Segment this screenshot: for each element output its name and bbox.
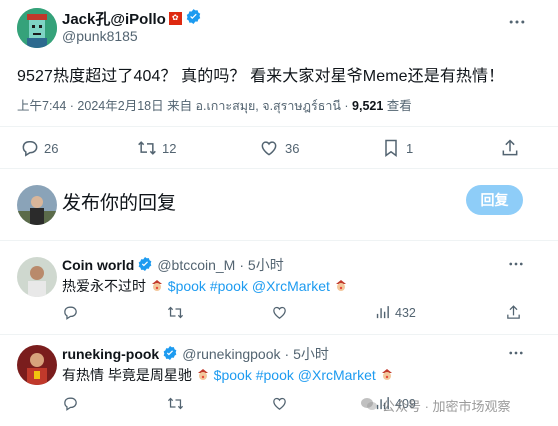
my-avatar[interactable] xyxy=(17,185,57,225)
author-handle[interactable]: @punk8185 xyxy=(62,28,138,44)
reply-handle[interactable]: @runekingpook xyxy=(182,346,280,362)
views-chart-icon xyxy=(374,304,391,321)
divider xyxy=(0,168,558,169)
reply-text-body: 热爱永不过时 xyxy=(62,278,146,294)
reply-handle[interactable]: @btccoin_M xyxy=(157,257,235,273)
clown-emoji-icon xyxy=(196,368,210,382)
share-icon[interactable] xyxy=(500,138,520,158)
reply-icon xyxy=(20,138,40,158)
reply-avatar[interactable] xyxy=(17,345,57,385)
wechat-icon xyxy=(360,396,378,415)
post-timestamp[interactable]: 上午7:44 · 2024年2月18日 来自 อ.เกาะสมุย, จ.สุร… xyxy=(17,99,352,113)
reply-header: Coin world @btccoin_M · 5小时 xyxy=(62,255,284,275)
views-count: 9,521 xyxy=(352,99,384,113)
reply-submit-label: 回复 xyxy=(480,192,509,208)
heart-icon[interactable] xyxy=(271,395,288,412)
author-display-name[interactable]: Jack孔@iPollo xyxy=(62,8,166,29)
reply-display-name[interactable]: Coin world xyxy=(62,257,134,273)
divider xyxy=(0,126,558,127)
views-action[interactable]: 432 xyxy=(374,304,416,321)
reply-count: 26 xyxy=(44,140,59,156)
clown-emoji-icon xyxy=(150,279,164,293)
watermark: 公众号 · 加密市场观察 xyxy=(360,396,511,415)
clown-emoji-icon xyxy=(334,279,348,293)
more-options-icon[interactable] xyxy=(507,255,525,273)
reply-avatar[interactable] xyxy=(17,257,57,297)
views-label: 查看 xyxy=(383,99,412,113)
more-options-icon[interactable] xyxy=(507,344,525,362)
like-count: 36 xyxy=(285,140,300,156)
reply-time[interactable]: · 5小时 xyxy=(239,255,283,275)
like-action[interactable]: 36 xyxy=(259,138,299,158)
hashtag-link[interactable]: #pook xyxy=(210,278,248,294)
reply-display-name[interactable]: runeking-pook xyxy=(62,346,159,362)
reply-time[interactable]: · 5小时 xyxy=(285,344,329,364)
repost-icon[interactable] xyxy=(166,395,185,412)
post-meta: 上午7:44 · 2024年2月18日 来自 อ.เกาะสมุย, จ.สุร… xyxy=(17,95,412,116)
heart-icon[interactable] xyxy=(271,304,288,321)
reply-icon[interactable] xyxy=(62,395,79,412)
share-icon[interactable] xyxy=(505,304,522,321)
repost-icon xyxy=(136,138,158,158)
reply-compose-input[interactable]: 发布你的回复 xyxy=(62,188,452,214)
bookmark-icon xyxy=(382,138,400,158)
reply-avatar-image xyxy=(17,345,57,385)
bookmark-count: 1 xyxy=(406,140,414,156)
repost-icon[interactable] xyxy=(166,304,185,321)
my-avatar-image xyxy=(17,185,57,225)
divider xyxy=(0,334,558,335)
reply-header: runeking-pook @runekingpook · 5小时 xyxy=(62,344,329,364)
hashtag-link[interactable]: #pook xyxy=(256,367,294,383)
repost-count: 12 xyxy=(162,140,177,156)
author-avatar[interactable] xyxy=(17,8,57,48)
post-text: 9527热度超过了404？ 真的吗？ 看来大家对星爷Meme还是有热情！ xyxy=(17,68,505,85)
verified-badge-icon xyxy=(162,345,178,364)
punk-avatar-image xyxy=(17,8,57,48)
divider xyxy=(0,240,558,241)
bookmark-action[interactable]: 1 xyxy=(382,138,413,158)
reply-text: 有热情 毕竟是周星驰 $pook #pook @XrcMarket xyxy=(62,365,394,385)
heart-icon xyxy=(259,138,279,158)
watermark-text: 公众号 · 加密市场观察 xyxy=(382,399,511,414)
mention-link[interactable]: @XrcMarket xyxy=(298,367,376,383)
more-options-icon[interactable] xyxy=(507,12,527,32)
reply-action[interactable]: 26 xyxy=(20,138,58,158)
verified-badge-icon xyxy=(137,256,153,275)
reply-avatar-image xyxy=(17,257,57,297)
hk-flag-icon: ✿ xyxy=(168,11,182,25)
cashtag-link[interactable]: $pook xyxy=(168,278,206,294)
cashtag-link[interactable]: $pook xyxy=(214,367,252,383)
reply-views-count: 432 xyxy=(395,305,416,320)
reply-submit-button[interactable]: 回复 xyxy=(466,185,523,215)
repost-action[interactable]: 12 xyxy=(136,138,176,158)
reply-text: 热爱永不过时 $pook #pook @XrcMarket xyxy=(62,276,348,296)
reply-text-body: 有热情 毕竟是周星驰 xyxy=(62,367,192,383)
verified-badge-icon xyxy=(185,8,202,29)
reply-icon[interactable] xyxy=(62,304,79,321)
mention-link[interactable]: @XrcMarket xyxy=(252,278,330,294)
clown-emoji-icon xyxy=(380,368,394,382)
